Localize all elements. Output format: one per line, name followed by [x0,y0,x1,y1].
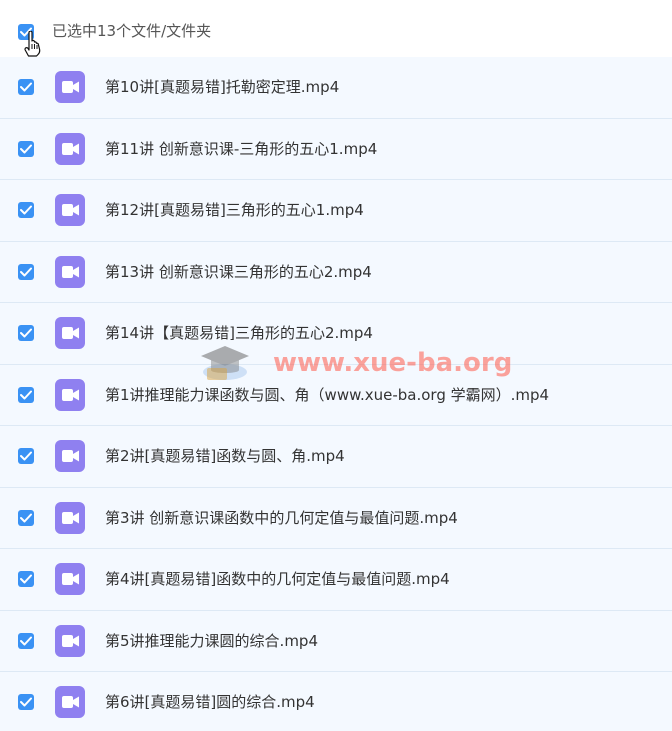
file-name[interactable]: 第6讲[真题易错]圆的综合.mp4 [105,691,315,713]
file-checkbox[interactable] [18,202,34,218]
watermark: www.xue-ba.org [195,334,512,394]
check-icon [20,144,32,153]
file-name[interactable]: 第13讲 创新意识课三角形的五心2.mp4 [105,261,372,283]
hand-pointer-cursor-icon [24,31,41,57]
video-camera-icon [62,511,79,524]
video-camera-icon [62,388,79,401]
file-checkbox[interactable] [18,386,34,403]
check-icon [20,574,32,584]
video-file-icon [55,71,85,103]
watermark-text: www.xue-ba.org [273,348,513,378]
video-camera-icon [62,142,79,155]
file-checkbox[interactable] [18,632,34,649]
check-icon [20,451,32,461]
file-checkbox[interactable] [18,79,34,95]
file-name[interactable]: 第5讲推理能力课圆的综合.mp4 [105,630,318,652]
video-file-icon [55,501,85,534]
file-row[interactable]: 第11讲 创新意识课-三角形的五心1.mp4 [0,118,672,180]
video-file-icon [55,317,85,349]
file-selection-page: 已选中13个文件/文件夹 第10讲[真题易错]托勒密定理.mp4 第11讲 创新意… [0,0,672,731]
check-icon [20,390,32,399]
check-icon [20,636,32,645]
video-file-icon [55,686,85,718]
file-name[interactable]: 第10讲[真题易错]托勒密定理.mp4 [105,76,339,98]
file-checkbox[interactable] [18,263,34,280]
file-row[interactable]: 第6讲[真题易错]圆的综合.mp4 [0,672,672,731]
video-file-icon [55,194,85,226]
file-name[interactable]: 第2讲[真题易错]函数与圆、角.mp4 [105,445,345,467]
video-file-icon [55,624,85,657]
video-camera-icon [62,450,79,462]
file-row[interactable]: 第5讲推理能力课圆的综合.mp4 [0,610,672,672]
file-row[interactable]: 第10讲[真题易错]托勒密定理.mp4 [0,57,672,119]
video-file-icon [55,440,85,472]
selection-header: 已选中13个文件/文件夹 [0,0,672,57]
video-file-icon [55,132,85,165]
file-checkbox[interactable] [18,448,34,464]
file-name[interactable]: 第12讲[真题易错]三角形的五心1.mp4 [105,199,364,221]
file-row[interactable]: 第2讲[真题易错]函数与圆、角.mp4 [0,426,672,488]
video-camera-icon [62,327,79,339]
file-name[interactable]: 第11讲 创新意识课-三角形的五心1.mp4 [105,138,377,160]
file-name[interactable]: 第4讲[真题易错]函数中的几何定值与最值问题.mp4 [105,568,450,590]
file-checkbox[interactable] [18,509,34,526]
video-camera-icon [62,204,79,216]
video-file-icon [55,255,85,288]
check-icon [20,267,32,276]
file-name[interactable]: 第3讲 创新意识课函数中的几何定值与最值问题.mp4 [105,507,458,529]
file-list: 第10讲[真题易错]托勒密定理.mp4 第11讲 创新意识课-三角形的五心1.mp… [0,57,672,731]
video-file-icon [55,378,85,411]
video-camera-icon [62,265,79,278]
selection-count-label: 已选中13个文件/文件夹 [52,22,212,40]
video-camera-icon [62,634,79,647]
check-icon [20,513,32,522]
file-row[interactable]: 第4讲[真题易错]函数中的几何定值与最值问题.mp4 [0,549,672,611]
file-checkbox[interactable] [18,140,34,157]
check-icon [20,82,32,92]
video-camera-icon [62,81,79,93]
graduation-cap-logo-icon [201,346,249,380]
file-row[interactable]: 第12讲[真题易错]三角形的五心1.mp4 [0,180,672,242]
file-checkbox[interactable] [18,325,34,341]
file-checkbox[interactable] [18,571,34,587]
file-row[interactable]: 第3讲 创新意识课函数中的几何定值与最值问题.mp4 [0,487,672,549]
video-file-icon [55,563,85,595]
video-camera-icon [62,573,79,585]
check-icon [20,205,32,215]
file-row[interactable]: 第13讲 创新意识课三角形的五心2.mp4 [0,241,672,303]
file-checkbox[interactable] [18,694,34,710]
check-icon [20,697,32,707]
check-icon [20,328,32,338]
video-camera-icon [62,696,79,708]
